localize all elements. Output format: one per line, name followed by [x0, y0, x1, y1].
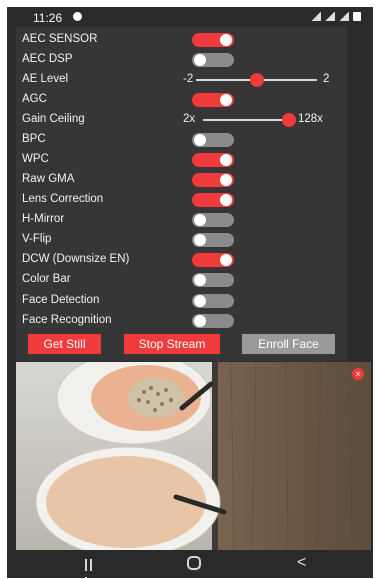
- row-aec-dsp: AEC DSP: [16, 50, 347, 70]
- gain-ceiling-max: 128x: [298, 113, 323, 125]
- face-detection-toggle[interactable]: [192, 294, 234, 308]
- wpc-label: WPC: [22, 153, 49, 165]
- android-nav-bar: <: [7, 550, 373, 578]
- wpc-toggle[interactable]: [192, 153, 234, 167]
- toggle-knob: [220, 154, 232, 166]
- aec-dsp-label: AEC DSP: [22, 53, 73, 65]
- close-icon[interactable]: ×: [352, 368, 364, 380]
- camera-frame-image: [16, 362, 371, 550]
- status-icons: [311, 12, 361, 21]
- gain-ceiling-slider[interactable]: [203, 119, 291, 121]
- row-color-bar: Color Bar: [16, 270, 347, 290]
- signal-icon: [339, 12, 349, 21]
- dcw-toggle[interactable]: [192, 253, 234, 267]
- camera-preview: ×: [16, 362, 371, 550]
- color-bar-toggle[interactable]: [192, 273, 234, 287]
- gain-ceiling-label: Gain Ceiling: [22, 113, 85, 125]
- h-mirror-label: H-Mirror: [22, 213, 65, 225]
- stop-stream-button[interactable]: Stop Stream: [124, 334, 220, 354]
- toggle-knob: [220, 94, 232, 106]
- aec-sensor-label: AEC SENSOR: [22, 33, 98, 45]
- face-recognition-label: Face Recognition: [22, 314, 112, 326]
- signal-icon: [325, 12, 335, 21]
- color-bar-label: Color Bar: [22, 273, 71, 285]
- face-detection-label: Face Detection: [22, 294, 100, 306]
- toggle-knob: [194, 234, 206, 246]
- toggle-knob: [220, 194, 232, 206]
- home-icon[interactable]: [187, 556, 201, 570]
- row-v-flip: V-Flip: [16, 230, 347, 250]
- status-bar: 11:26: [7, 7, 373, 27]
- toggle-knob: [220, 174, 232, 186]
- ae-level-slider-thumb[interactable]: [250, 73, 264, 87]
- enroll-face-button[interactable]: Enroll Face: [242, 334, 335, 354]
- back-icon[interactable]: <: [297, 554, 306, 572]
- row-gain-ceiling: Gain Ceiling 2x 128x: [16, 110, 347, 130]
- row-bpc: BPC: [16, 130, 347, 150]
- agc-label: AGC: [22, 93, 47, 105]
- row-lens-correction: Lens Correction: [16, 190, 347, 210]
- lens-correction-toggle[interactable]: [192, 193, 234, 207]
- phone-screen: 11:26 AEC SENSOR AEC DSP AE Level -2 2 A…: [7, 7, 373, 578]
- aec-dsp-toggle[interactable]: [192, 53, 234, 67]
- row-ae-level: AE Level -2 2: [16, 70, 347, 90]
- settings-panel: AEC SENSOR AEC DSP AE Level -2 2 AGC Gai…: [16, 27, 347, 361]
- battery-icon: [353, 12, 361, 21]
- row-aec-sensor: AEC SENSOR: [16, 30, 347, 50]
- toggle-knob: [194, 274, 206, 286]
- recent-apps-icon[interactable]: [85, 558, 99, 578]
- status-time: 11:26: [33, 11, 63, 25]
- agc-toggle[interactable]: [192, 93, 234, 107]
- row-agc: AGC: [16, 90, 347, 110]
- row-h-mirror: H-Mirror: [16, 210, 347, 230]
- dcw-label: DCW (Downsize EN): [22, 253, 130, 265]
- row-face-detection: Face Detection: [16, 291, 347, 311]
- v-flip-label: V-Flip: [22, 233, 52, 245]
- bpc-toggle[interactable]: [192, 133, 234, 147]
- wifi-icon: [311, 12, 321, 21]
- toggle-knob: [220, 254, 232, 266]
- row-wpc: WPC: [16, 150, 347, 170]
- row-dcw: DCW (Downsize EN): [16, 250, 347, 270]
- v-flip-toggle[interactable]: [192, 233, 234, 247]
- notification-icon: [73, 12, 82, 21]
- h-mirror-toggle[interactable]: [192, 213, 234, 227]
- gain-ceiling-min: 2x: [183, 113, 196, 125]
- toggle-knob: [194, 295, 206, 307]
- row-face-recognition: Face Recognition: [16, 311, 347, 331]
- raw-gma-toggle[interactable]: [192, 173, 234, 187]
- gain-ceiling-slider-thumb[interactable]: [282, 113, 296, 127]
- raw-gma-label: Raw GMA: [22, 173, 75, 185]
- toggle-knob: [194, 134, 206, 146]
- toggle-knob: [194, 54, 206, 66]
- toggle-knob: [194, 214, 206, 226]
- ae-level-max: 2: [323, 73, 330, 85]
- toggle-knob: [220, 34, 232, 46]
- get-still-button[interactable]: Get Still: [28, 334, 101, 354]
- aec-sensor-toggle[interactable]: [192, 33, 234, 47]
- toggle-knob: [194, 315, 206, 327]
- ae-level-min: -2: [183, 73, 194, 85]
- face-recognition-toggle[interactable]: [192, 314, 234, 328]
- ae-level-label: AE Level: [22, 73, 69, 85]
- lens-correction-label: Lens Correction: [22, 193, 104, 205]
- row-raw-gma: Raw GMA: [16, 170, 347, 190]
- bpc-label: BPC: [22, 133, 46, 145]
